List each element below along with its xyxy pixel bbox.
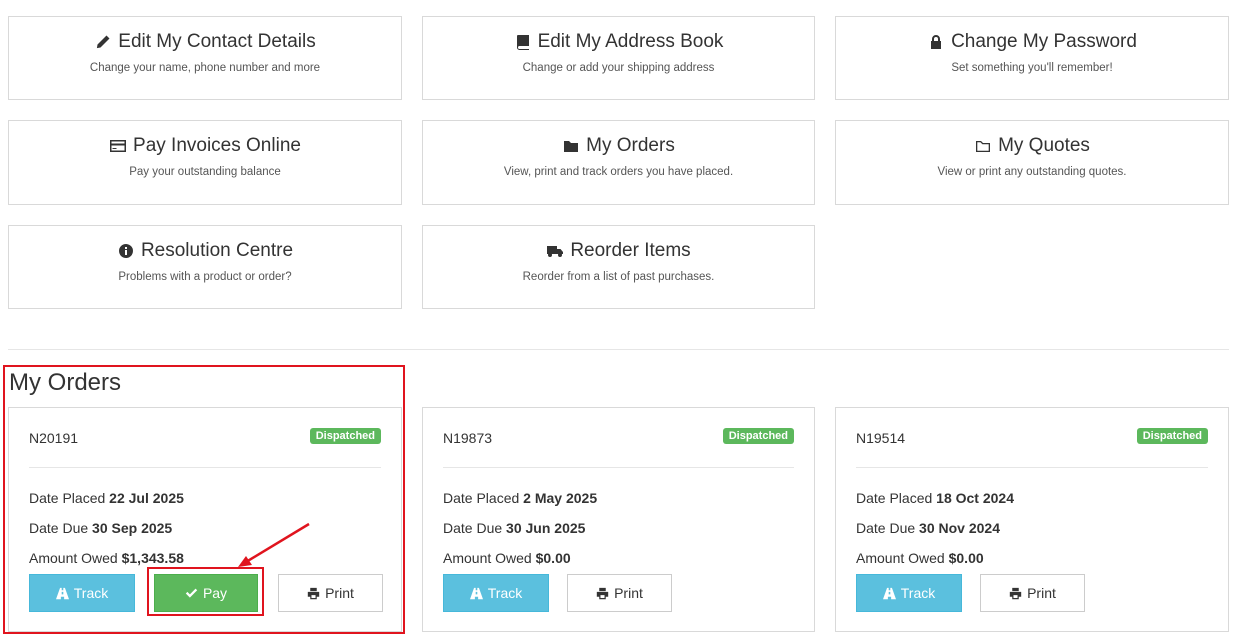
amount-owed-label: Amount Owed (443, 550, 532, 566)
status-badge: Dispatched (309, 428, 381, 444)
amount-owed-value: $0.00 (535, 550, 571, 566)
folder-open-icon (974, 137, 992, 155)
date-placed-row: Date Placed 22 Jul 2025 (29, 490, 184, 506)
tile-subtitle: View, print and track orders you have pl… (503, 166, 734, 178)
amount-owed-label: Amount Owed (856, 550, 945, 566)
tile-subtitle: Reorder from a list of past purchases. (522, 271, 715, 283)
order-divider (443, 467, 794, 468)
road-icon (469, 587, 483, 599)
tile-title: My Quotes (998, 135, 1090, 156)
pencil-icon (94, 33, 112, 51)
amount-owed-row: Amount Owed $0.00 (443, 550, 571, 566)
print-button[interactable]: Print (980, 574, 1085, 612)
tile-reorder-items[interactable]: Reorder Items Reorder from a list of pas… (422, 225, 815, 309)
section-divider (8, 349, 1229, 350)
date-due-row: Date Due 30 Sep 2025 (29, 520, 172, 536)
tile-title: Resolution Centre (140, 240, 294, 261)
date-placed-row: Date Placed 2 May 2025 (443, 490, 597, 506)
pay-label: Pay (202, 585, 228, 601)
order-divider (856, 467, 1208, 468)
order-number: N20191 (29, 430, 79, 446)
info-circle-icon (117, 242, 135, 260)
tile-subtitle: Change or add your shipping address (522, 62, 715, 74)
order-divider (29, 467, 381, 468)
section-title-my-orders: My Orders (9, 369, 122, 396)
tile-title: Edit My Address Book (537, 31, 724, 52)
tile-resolution-centre[interactable]: Resolution Centre Problems with a produc… (8, 225, 402, 309)
road-icon (882, 587, 896, 599)
print-icon (307, 587, 320, 599)
date-placed-row: Date Placed 18 Oct 2024 (856, 490, 1014, 506)
tile-subtitle: View or print any outstanding quotes. (937, 166, 1127, 178)
order-card: N19873 Dispatched Date Placed 2 May 2025… (422, 407, 815, 632)
tile-subtitle: Set something you'll remember! (951, 62, 1113, 74)
date-due-row: Date Due 30 Jun 2025 (443, 520, 585, 536)
track-button[interactable]: Track (443, 574, 549, 612)
amount-owed-row: Amount Owed $1,343.58 (29, 550, 184, 566)
date-placed-value: 2 May 2025 (523, 490, 598, 506)
truck-icon (546, 242, 564, 260)
date-placed-value: 22 Jul 2025 (109, 490, 184, 506)
print-icon (596, 587, 609, 599)
tile-my-quotes[interactable]: My Quotes View or print any outstanding … (835, 120, 1229, 205)
print-button[interactable]: Print (567, 574, 672, 612)
order-number: N19873 (443, 430, 493, 446)
date-placed-label: Date Placed (443, 490, 520, 506)
tile-title: Reorder Items (570, 240, 691, 261)
lock-icon (927, 33, 945, 51)
date-due-value: 30 Nov 2024 (919, 520, 1000, 536)
date-due-row: Date Due 30 Nov 2024 (856, 520, 1000, 536)
tile-edit-address-book[interactable]: Edit My Address Book Change or add your … (422, 16, 815, 100)
amount-owed-row: Amount Owed $0.00 (856, 550, 984, 566)
date-due-value: 30 Sep 2025 (92, 520, 173, 536)
check-icon (185, 588, 198, 598)
tile-title: Pay Invoices Online (133, 135, 301, 156)
order-number: N19514 (856, 430, 906, 446)
amount-owed-label: Amount Owed (29, 550, 118, 566)
print-label: Print (325, 585, 354, 601)
date-due-label: Date Due (29, 520, 89, 536)
tile-title: Change My Password (951, 31, 1137, 52)
track-button[interactable]: Track (856, 574, 962, 612)
tile-subtitle: Pay your outstanding balance (129, 166, 281, 178)
tile-subtitle: Change your name, phone number and more (89, 62, 321, 74)
credit-card-icon (109, 137, 127, 155)
order-card: N19514 Dispatched Date Placed 18 Oct 202… (835, 407, 1229, 632)
date-due-label: Date Due (856, 520, 916, 536)
date-due-label: Date Due (443, 520, 503, 536)
date-placed-value: 18 Oct 2024 (936, 490, 1015, 506)
tile-subtitle: Problems with a product or order? (118, 271, 292, 283)
tile-edit-contact-details[interactable]: Edit My Contact Details Change your name… (8, 16, 402, 100)
status-badge: Dispatched (722, 428, 794, 444)
folder-icon (562, 137, 580, 155)
print-icon (1009, 587, 1022, 599)
tile-title: Edit My Contact Details (118, 31, 316, 52)
tile-my-orders[interactable]: My Orders View, print and track orders y… (422, 120, 815, 205)
tile-change-password[interactable]: Change My Password Set something you'll … (835, 16, 1229, 100)
print-button[interactable]: Print (278, 574, 383, 612)
track-label: Track (73, 585, 109, 601)
tile-title: My Orders (586, 135, 675, 156)
date-placed-label: Date Placed (856, 490, 933, 506)
date-placed-label: Date Placed (29, 490, 106, 506)
tile-pay-invoices[interactable]: Pay Invoices Online Pay your outstanding… (8, 120, 402, 205)
track-button[interactable]: Track (29, 574, 135, 612)
order-card: N20191 Dispatched Date Placed 22 Jul 202… (8, 407, 402, 632)
amount-owed-value: $0.00 (948, 550, 984, 566)
print-label: Print (1027, 585, 1056, 601)
book-icon (514, 33, 532, 51)
status-badge: Dispatched (1136, 428, 1208, 444)
date-due-value: 30 Jun 2025 (506, 520, 586, 536)
road-icon (55, 587, 69, 599)
track-label: Track (487, 585, 523, 601)
amount-owed-value: $1,343.58 (121, 550, 184, 566)
track-label: Track (900, 585, 936, 601)
print-label: Print (614, 585, 643, 601)
pay-button[interactable]: Pay (154, 574, 258, 612)
